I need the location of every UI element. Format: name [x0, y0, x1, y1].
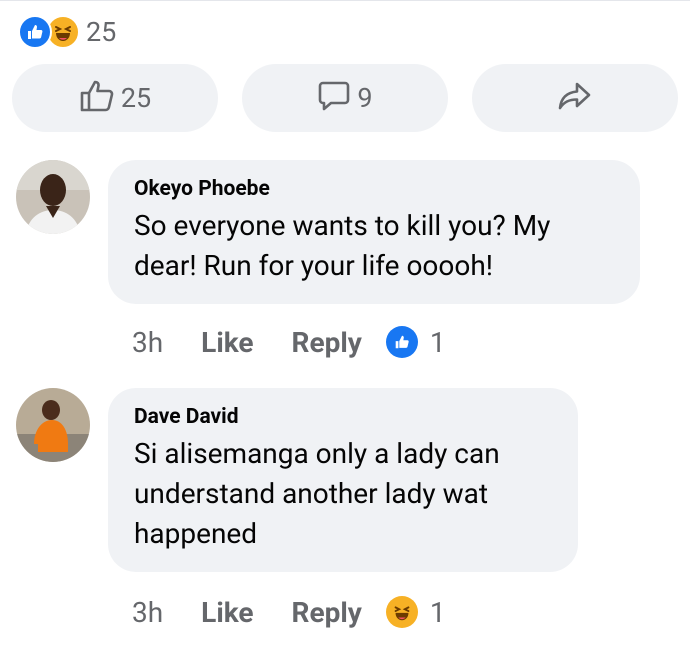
- like-icon: [18, 15, 52, 49]
- comment-author[interactable]: Okeyo Phoebe: [134, 176, 616, 202]
- comment-reply-link[interactable]: Reply: [292, 596, 362, 629]
- comment-reaction-count[interactable]: 1: [430, 326, 446, 359]
- comment-like-link[interactable]: Like: [201, 326, 253, 359]
- avatar[interactable]: [16, 388, 90, 462]
- comment-time[interactable]: 3h: [132, 326, 163, 359]
- avatar[interactable]: [16, 160, 90, 234]
- share-button[interactable]: [472, 64, 678, 132]
- comment-text: Si alisemanga only a lady can understand…: [134, 437, 500, 550]
- comment-reply-link[interactable]: Reply: [292, 326, 362, 359]
- comment-icon: [317, 79, 351, 117]
- comment-count: 9: [357, 82, 373, 114]
- share-arrow-icon: [557, 80, 593, 116]
- reactions-count: 25: [86, 16, 117, 48]
- like-count: 25: [120, 82, 152, 114]
- like-icon[interactable]: [385, 326, 418, 358]
- top-divider: [0, 0, 690, 1]
- like-button[interactable]: 25: [12, 64, 218, 132]
- comment-button[interactable]: 9: [242, 64, 448, 132]
- comment-text: So everyone wants to kill you? My dear! …: [134, 209, 551, 282]
- comment-bubble: Okeyo Phoebe So everyone wants to kill y…: [108, 160, 640, 304]
- comment-reaction-count[interactable]: 1: [430, 596, 446, 629]
- reactions-summary[interactable]: 25: [18, 14, 116, 50]
- thumbs-up-outline-icon: [79, 79, 115, 117]
- comment-bubble: Dave David Si alisemanga only a lady can…: [108, 388, 578, 572]
- haha-icon[interactable]: [385, 596, 418, 628]
- action-bar: 25 9: [12, 64, 678, 132]
- comment-like-link[interactable]: Like: [201, 596, 253, 629]
- comment-time[interactable]: 3h: [132, 596, 163, 629]
- comment-author[interactable]: Dave David: [134, 404, 554, 430]
- comment-meta: 3h Like Reply 1: [132, 592, 446, 632]
- comment-meta: 3h Like Reply 1: [132, 322, 446, 362]
